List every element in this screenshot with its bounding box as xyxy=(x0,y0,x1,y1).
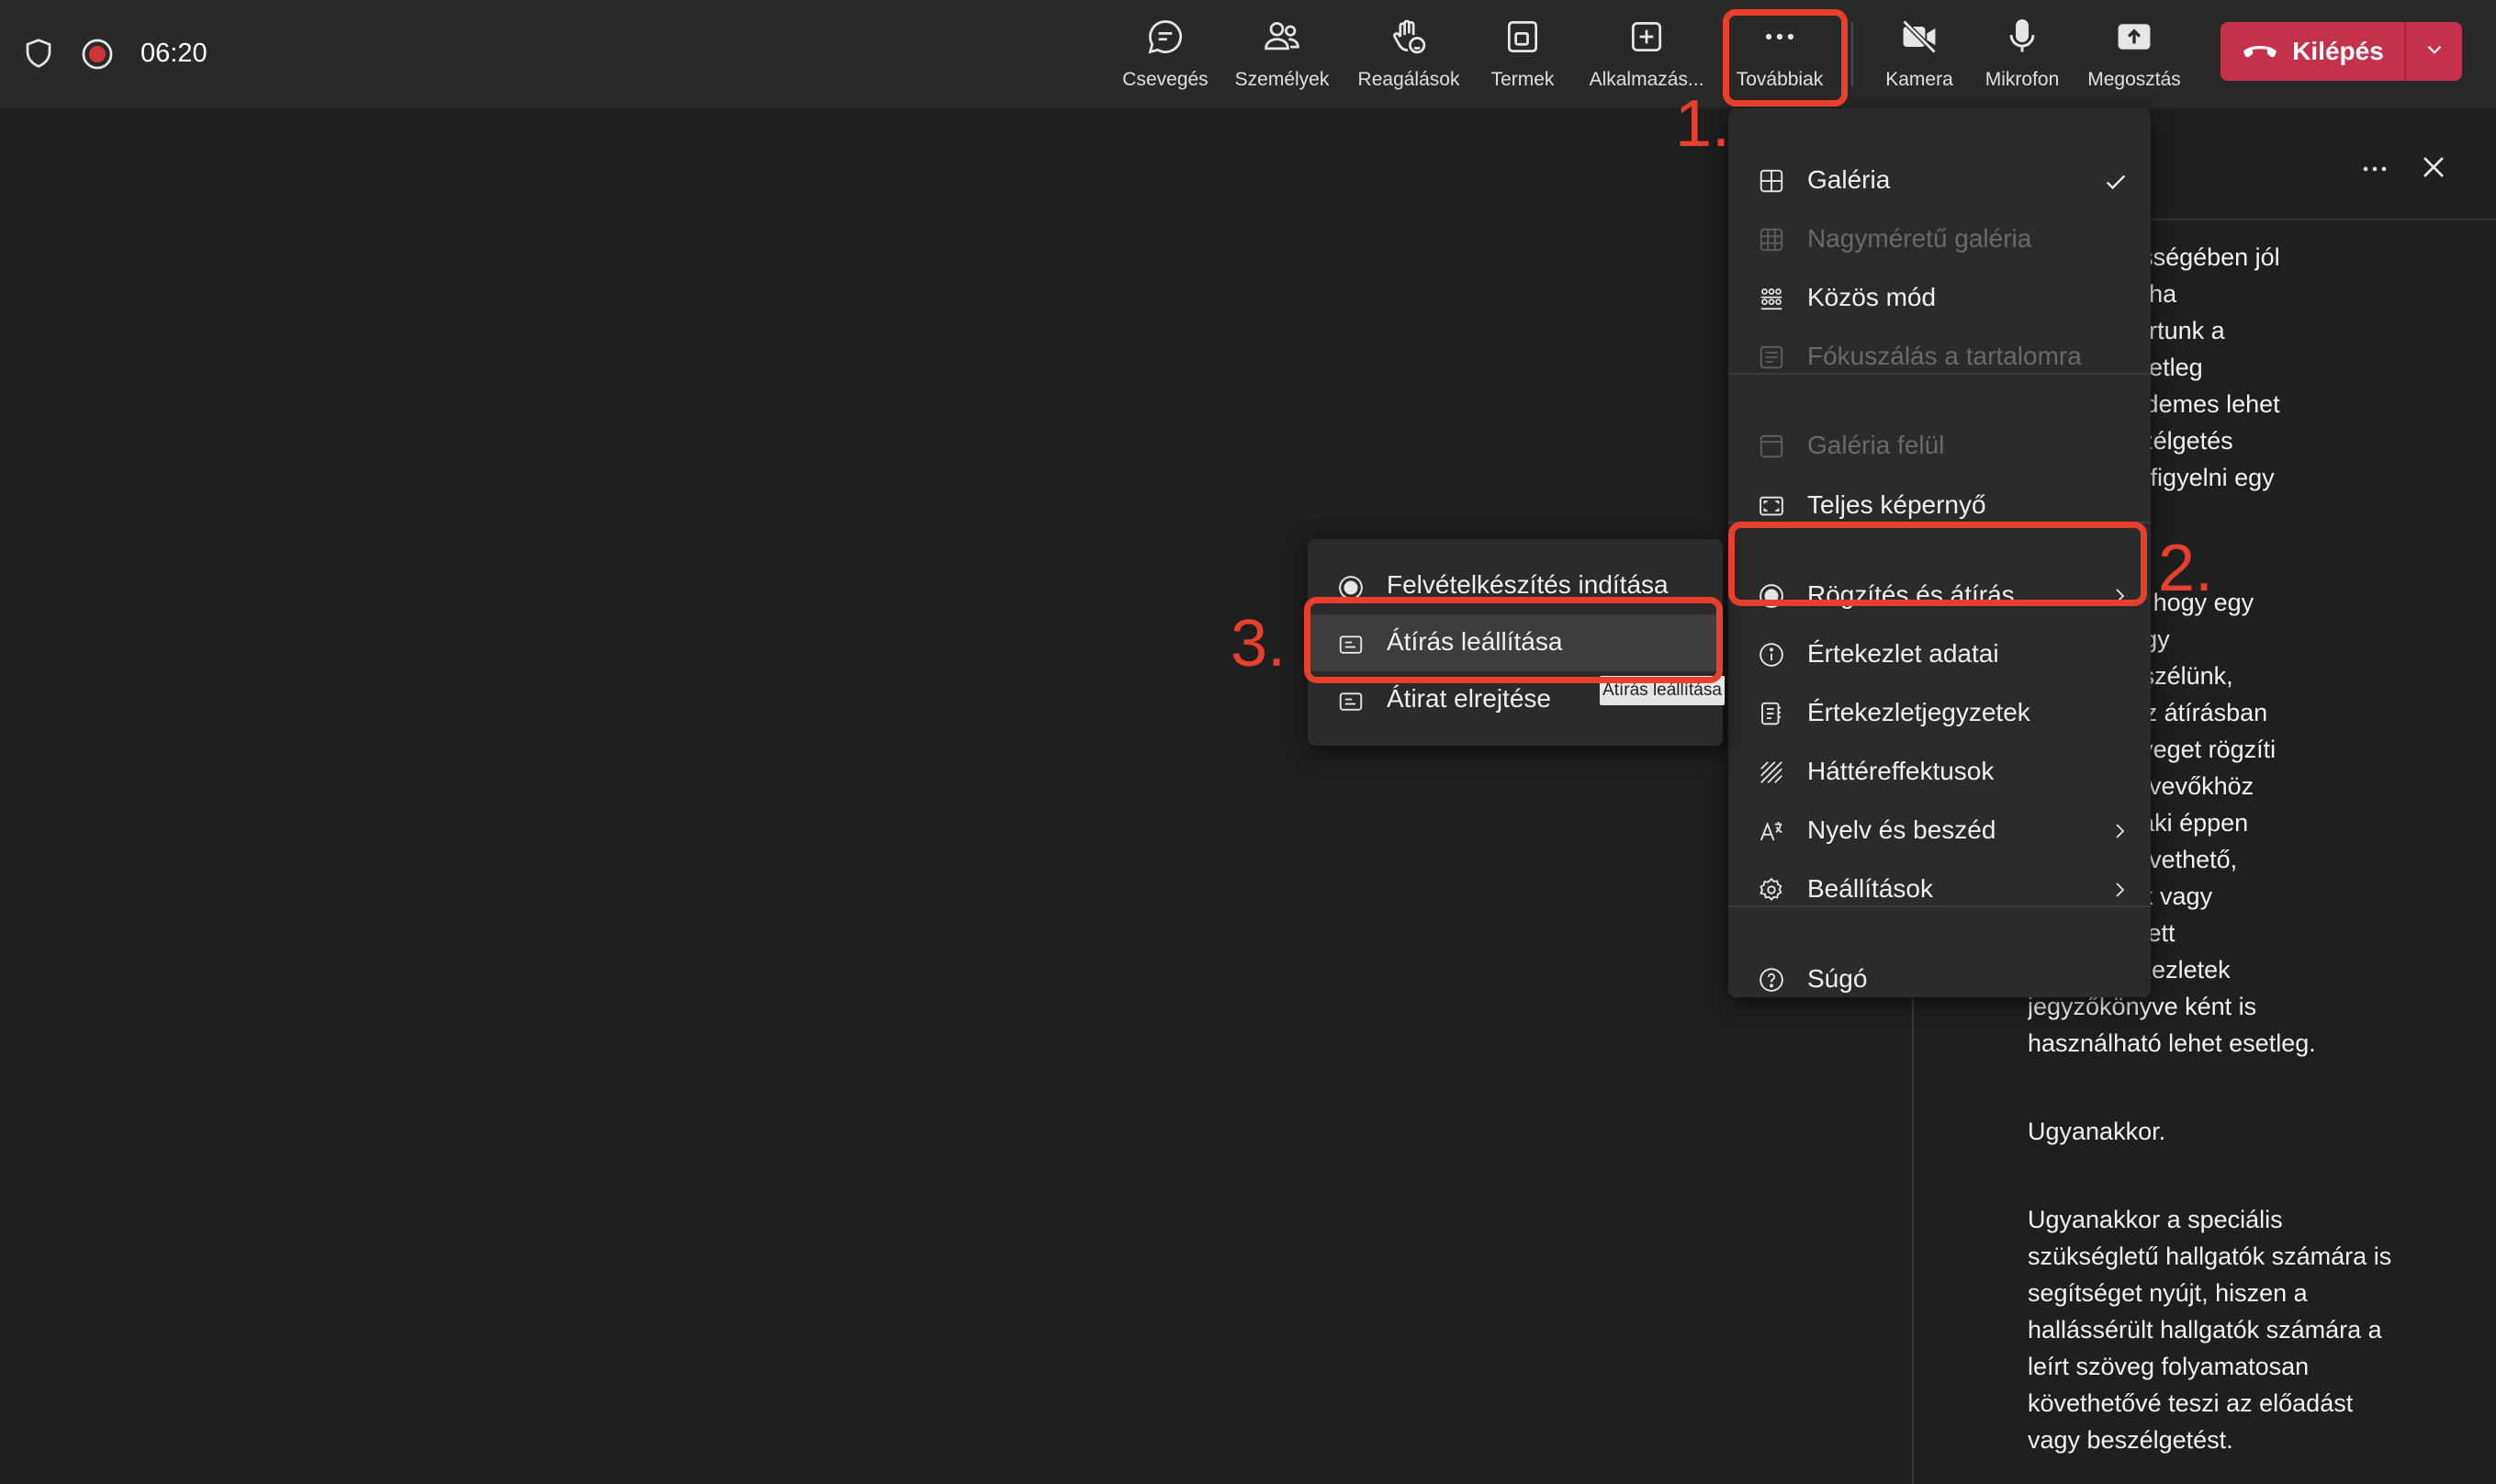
menu-divider xyxy=(1728,905,2151,907)
share-icon xyxy=(2114,11,2154,62)
close-icon[interactable] xyxy=(2415,149,2452,190)
transcript-paragraph: Ugyanakkor. xyxy=(2028,1118,2166,1145)
menu-item-large-gallery[interactable]: Nagyméretű galéria xyxy=(1728,211,2151,266)
menu-item-meeting-info[interactable]: Értekezlet adatai xyxy=(1728,626,2151,681)
menu-item-gallery-top[interactable]: Galéria felül xyxy=(1728,418,2151,473)
menu-item-language-speech[interactable]: Nyelv és beszéd xyxy=(1728,803,2151,858)
submenu-item-label: Átirat elrejtése xyxy=(1387,684,1551,713)
menu-item-label: Nyelv és beszéd xyxy=(1807,815,1996,844)
shield-icon xyxy=(22,37,55,74)
menu-item-label: Súgó xyxy=(1807,964,1868,993)
settings-icon xyxy=(1758,876,1785,904)
chevron-right-icon xyxy=(2108,878,2131,906)
menu-item-settings[interactable]: Beállítások xyxy=(1728,861,2151,916)
transcript-hide-icon xyxy=(1337,688,1365,720)
share-label: Megosztás xyxy=(2087,69,2181,90)
menu-item-background-effects[interactable]: Háttéreffektusok xyxy=(1728,744,2151,799)
chat-label: Csevegés xyxy=(1122,69,1209,90)
step-2-label: 2. xyxy=(2158,532,2214,605)
rooms-button[interactable]: Termek xyxy=(1478,11,1567,99)
chevron-down-icon xyxy=(2423,38,2446,66)
menu-item-label: Galéria xyxy=(1807,165,1891,194)
people-label: Személyek xyxy=(1234,69,1330,90)
chat-button[interactable]: Csevegés xyxy=(1111,11,1220,99)
camera-button[interactable]: Kamera xyxy=(1873,11,1965,99)
highlight-stop-transcription xyxy=(1304,597,1723,683)
raise-hand-icon xyxy=(1389,11,1429,62)
gallery-top-icon xyxy=(1758,433,1785,460)
step-3-label: 3. xyxy=(1231,607,1287,680)
rooms-icon xyxy=(1502,11,1543,62)
reactions-button[interactable]: Reagálások xyxy=(1346,11,1471,99)
notes-icon xyxy=(1758,700,1785,727)
language-icon xyxy=(1758,817,1785,845)
reactions-label: Reagálások xyxy=(1357,69,1460,90)
menu-item-meeting-notes[interactable]: Értekezletjegyzetek xyxy=(1728,685,2151,740)
panel-more-icon[interactable] xyxy=(2356,151,2393,192)
hang-up-icon xyxy=(2241,39,2279,65)
transcript-paragraph: Ugyanakkor a speciális szükségletű hallg… xyxy=(2028,1206,2392,1454)
people-button[interactable]: Személyek xyxy=(1227,11,1337,99)
menu-item-label: Galéria felül xyxy=(1807,431,1945,459)
meeting-timer: 06:20 xyxy=(141,39,208,68)
menu-item-label: Értekezlet adatai xyxy=(1807,639,1999,668)
menu-item-label: Beállítások xyxy=(1807,874,1933,903)
leave-button-group: Kilépés xyxy=(2221,22,2462,81)
fullscreen-icon xyxy=(1758,492,1785,520)
menu-item-together-mode[interactable]: Közös mód xyxy=(1728,270,2151,325)
help-icon xyxy=(1758,966,1785,994)
menu-item-label: Háttéreffektusok xyxy=(1807,757,1995,785)
submenu-item-label: Felvételkészítés indítása xyxy=(1387,570,1669,599)
checkmark-icon xyxy=(2101,169,2131,199)
chat-icon xyxy=(1145,11,1186,62)
camera-label: Kamera xyxy=(1885,69,1953,90)
camera-off-icon xyxy=(1899,11,1939,62)
menu-item-label: Nagyméretű galéria xyxy=(1807,224,2032,253)
background-effects-icon xyxy=(1758,759,1785,786)
gallery-icon xyxy=(1758,167,1785,195)
focus-content-icon xyxy=(1758,343,1785,371)
together-mode-icon xyxy=(1758,285,1785,312)
menu-item-help[interactable]: Súgó xyxy=(1728,951,2151,1006)
menu-item-label: Fókuszálás a tartalomra xyxy=(1807,342,2082,370)
recording-indicator-icon xyxy=(81,38,114,75)
microphone-label: Mikrofon xyxy=(1984,69,2060,90)
toolbar-divider xyxy=(1851,22,1853,86)
share-button[interactable]: Megosztás xyxy=(2077,11,2191,99)
menu-item-label: Értekezletjegyzetek xyxy=(1807,698,2030,726)
leave-button[interactable]: Kilépés xyxy=(2221,22,2404,81)
info-icon xyxy=(1758,641,1785,669)
leave-options-button[interactable] xyxy=(2406,22,2462,81)
people-icon xyxy=(1262,11,1302,62)
menu-divider xyxy=(1728,373,2151,375)
apps-icon xyxy=(1626,11,1667,62)
menu-item-label: Teljes képernyő xyxy=(1807,490,1986,519)
microphone-button[interactable]: Mikrofon xyxy=(1974,11,2070,99)
menu-item-gallery[interactable]: Galéria xyxy=(1728,152,2151,208)
step-1-label: 1. xyxy=(1675,87,1731,161)
rooms-label: Termek xyxy=(1490,69,1555,90)
leave-label: Kilépés xyxy=(2292,37,2384,65)
menu-item-focus-content[interactable]: Fókuszálás a tartalomra xyxy=(1728,329,2151,384)
large-gallery-icon xyxy=(1758,226,1785,253)
highlight-recording-item xyxy=(1728,522,2147,606)
menu-item-label: Közös mód xyxy=(1807,283,1937,311)
microphone-icon xyxy=(2002,11,2042,62)
chevron-right-icon xyxy=(2108,819,2131,848)
highlight-more-button xyxy=(1723,9,1848,107)
